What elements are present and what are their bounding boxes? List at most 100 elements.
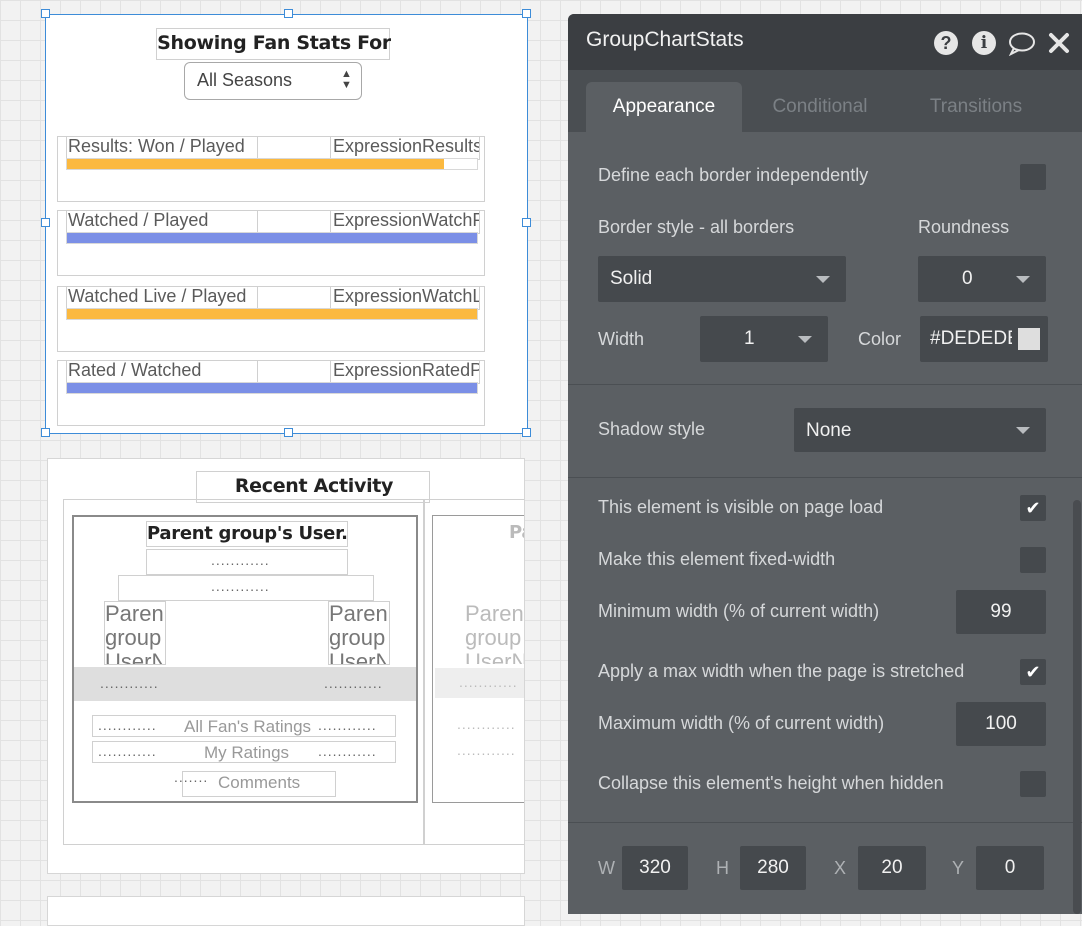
card2-band: ............ [435,668,524,698]
h-input[interactable]: 280 [740,846,806,890]
card-dots-box-2: ............ [118,575,374,601]
card-stats-band: ............ ............ [74,667,416,701]
shadow-style-label: Shadow style [598,419,706,439]
resize-handle-bl[interactable] [41,428,50,437]
tab-appearance[interactable]: Appearance [586,82,742,132]
stat-progress-fill [67,159,445,169]
border-color-value: #DEDEDE [930,328,1012,349]
recent-activity-group[interactable]: Recent Activity Parent group's User... .… [47,458,525,874]
border-width-value: 1 [744,328,755,349]
visible-on-load-label: This element is visible on page load [598,497,884,517]
band-dots-right: ............ [324,675,383,691]
resize-handle-br[interactable] [522,428,531,437]
color-label: Color [858,329,902,349]
card-dots-box-1: ............ [146,549,348,575]
visible-on-load-checkbox[interactable]: ✔ [1020,495,1046,521]
parent-group-image-right: Parent group UserN [328,601,390,665]
card-dots-1: ............ [211,552,270,568]
stat-progress-bar [66,232,478,244]
my-ratings-link[interactable]: My Ratings [204,743,289,763]
panel-title: GroupChartStats [586,28,744,51]
comments-dots: ....... [174,769,209,785]
w-input[interactable]: 320 [622,846,688,890]
y-label: Y [952,858,965,878]
collapse-height-checkbox[interactable] [1020,771,1046,797]
max-width-input[interactable]: 100 [956,702,1046,746]
stat-label: Rated / Watched [68,360,202,380]
help-icon[interactable]: ? [934,31,958,55]
define-border-checkbox[interactable] [1020,164,1046,190]
fixed-width-checkbox[interactable] [1020,547,1046,573]
roundness-dropdown[interactable]: 0 [918,256,1046,302]
card2-dots-1: ............ [457,716,516,732]
chevron-down-icon [1016,276,1030,283]
comment-icon[interactable] [1008,32,1036,57]
section-divider-2 [568,477,1082,478]
close-icon[interactable] [1048,32,1070,54]
apply-max-width-label: Apply a max width when the page is stret… [598,661,965,681]
comments-link[interactable]: Comments [218,773,300,793]
fixed-width-label: Make this element fixed-width [598,549,836,569]
card-title-2: Pa [509,522,524,543]
ratings-dots-1l: ............ [98,717,157,733]
stat-expression: ExpressionWatchPe [333,210,479,230]
resize-handle-mr[interactable] [522,218,531,227]
tab-conditional[interactable]: Conditional [744,82,896,132]
tab-transitions[interactable]: Transitions [898,82,1054,132]
border-style-dropdown[interactable]: Solid [598,256,846,302]
card-title-box[interactable]: Parent group's User... [146,521,348,547]
border-style-value: Solid [610,268,653,289]
border-width-dropdown[interactable]: 1 [700,316,828,362]
resize-handle-tl[interactable] [41,9,50,18]
stat-progress-bar [66,158,478,170]
shadow-style-value: None [806,420,852,441]
apply-max-width-checkbox[interactable]: ✔ [1020,659,1046,685]
stat-progress-fill [67,383,477,393]
all-fans-ratings-link[interactable]: All Fan's Ratings [184,717,311,737]
card2-band-dots: ............ [459,674,518,690]
card2-dots-2: ............ [457,742,516,758]
resize-handle-bc[interactable] [284,428,293,437]
width-label: Width [598,329,645,349]
next-group[interactable] [47,896,525,926]
ratings-dots-2r: ............ [318,743,377,759]
roundness-label: Roundness [918,217,1010,237]
collapse-height-label: Collapse this element's height when hidd… [598,773,944,793]
card-title: Parent group's User... [147,523,347,544]
chevron-down-icon [798,336,812,343]
activity-card-2[interactable]: Pa Parent group UserN ............ .....… [432,515,524,803]
stat-label: Watched Live / Played [68,286,247,306]
panel-scrollbar[interactable] [1073,500,1081,914]
section-divider-1 [568,384,1082,385]
border-color-input[interactable]: #DEDEDE [920,316,1048,362]
recent-activity-title: Recent Activity [234,475,394,497]
chevron-down-icon [816,276,830,283]
stat-progress-bar [66,308,478,320]
stat-progress-fill [67,309,477,319]
ratings-dots-1r: ............ [318,717,377,733]
card-dots-2: ............ [211,578,270,594]
parent-group-image-left: Parent group UserN [104,601,166,665]
band-dots-left: ............ [100,675,159,691]
y-input[interactable]: 0 [976,846,1044,890]
resize-handle-tr[interactable] [522,9,531,18]
x-input[interactable]: 20 [858,846,926,890]
tab-bar: Appearance Conditional Transitions [568,70,1082,132]
activity-divider [423,499,425,845]
panel-header: GroupChartStats ? i [568,14,1082,70]
activity-card[interactable]: Parent group's User... ............ ....… [72,515,418,803]
resize-handle-ml[interactable] [41,218,50,227]
stat-expression: ExpressionResultsP [333,136,479,156]
chevron-down-icon [1016,427,1030,434]
stat-progress-fill [67,233,477,243]
max-width-label: Maximum width (% of current width) [598,713,885,733]
shadow-style-dropdown[interactable]: None [794,408,1046,452]
info-icon[interactable]: i [972,31,996,55]
w-label: W [598,858,615,878]
min-width-input[interactable]: 99 [956,590,1046,634]
parent-group-text-left: Parent group UserN [105,602,163,665]
x-label: X [834,858,847,878]
stat-expression: ExpressionRatedPe [333,360,479,380]
resize-handle-tc[interactable] [284,9,293,18]
color-swatch[interactable] [1018,328,1040,350]
